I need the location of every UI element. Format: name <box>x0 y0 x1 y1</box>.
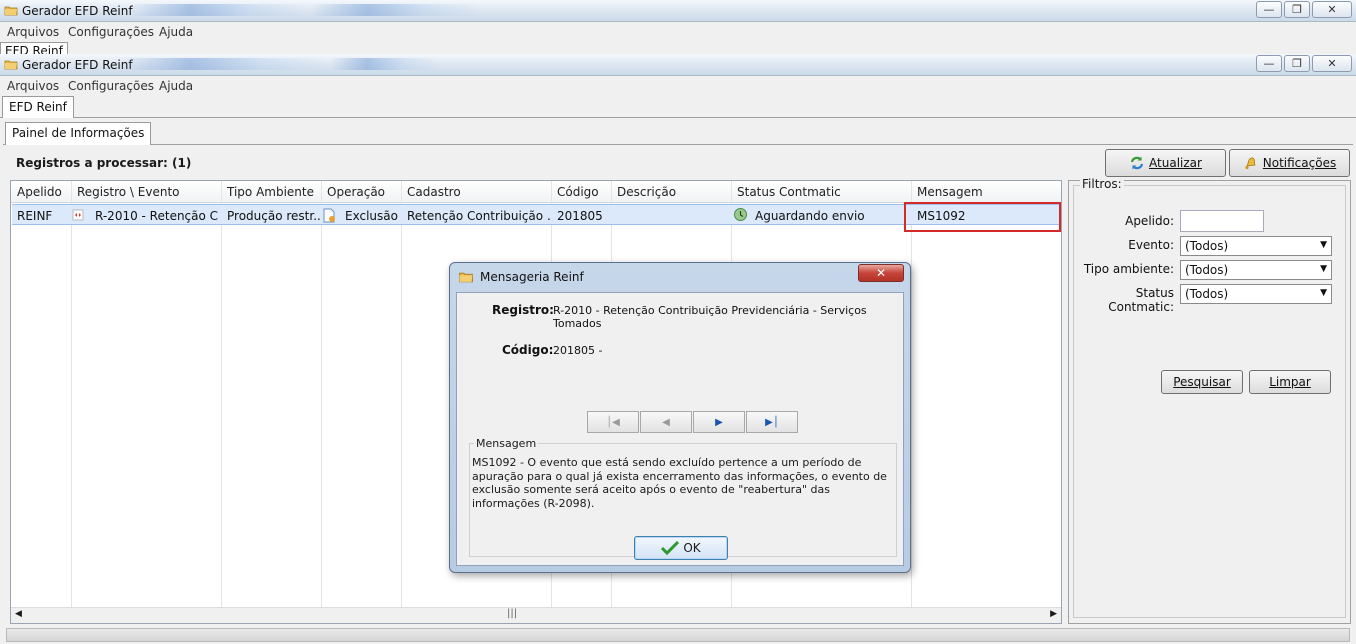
mensagem-highlight-box <box>904 202 1061 232</box>
previous-record-button[interactable]: ◀ <box>640 411 692 433</box>
inner-tab-strip: EFD Reinf <box>0 96 1356 118</box>
notifications-button[interactable]: Notificações <box>1229 149 1350 177</box>
clock-icon <box>734 208 747 221</box>
dialog-close-button[interactable]: ✕ <box>858 264 904 282</box>
col-tipo-ambiente[interactable]: Tipo Ambiente <box>227 185 314 199</box>
menu-arquivos[interactable]: Arquivos <box>7 25 59 39</box>
dialog-body: Registro: R-2010 - Retenção Contribuição… <box>456 292 904 566</box>
next-record-button[interactable]: ▶ <box>693 411 745 433</box>
codigo-value: 201805 - <box>553 344 603 357</box>
cell-status: Aguardando envio <box>755 209 865 223</box>
update-button[interactable]: Atualizar <box>1105 149 1226 177</box>
cell-registro: R-2010 - Retenção C... <box>95 209 219 223</box>
table-header: Apelido Registro \ Evento Tipo Ambiente … <box>11 181 1061 203</box>
apelido-input[interactable] <box>1180 210 1264 232</box>
tipo-ambiente-select[interactable]: (Todos) ▼ <box>1180 260 1332 280</box>
status-bar <box>6 628 1350 642</box>
folder-icon <box>4 60 18 70</box>
status-contmatic-select[interactable]: (Todos) ▼ <box>1180 284 1332 304</box>
close-icon: ✕ <box>875 266 887 280</box>
inner-minimize-button[interactable]: — <box>1256 55 1282 72</box>
col-mensagem[interactable]: Mensagem <box>917 185 983 199</box>
registro-label: Registro: <box>492 303 554 317</box>
folder-icon <box>459 272 473 283</box>
chevron-down-icon: ▼ <box>1320 264 1327 274</box>
col-operacao[interactable]: Operação <box>327 185 385 199</box>
filters-panel: Filtros: Apelido: Evento: (Todos) ▼ Tipo … <box>1068 177 1351 624</box>
tipo-ambiente-label: Tipo ambiente: <box>1083 262 1174 276</box>
outer-minimize-button[interactable]: — <box>1256 1 1282 18</box>
tab-painel-informacoes[interactable]: Painel de Informações <box>5 122 152 145</box>
col-apelido[interactable]: Apelido <box>17 185 62 199</box>
outer-menu-bar: Arquivos Configurações Ajuda <box>0 22 1356 42</box>
codigo-label: Código: <box>502 343 554 357</box>
registro-value: R-2010 - Retenção Contribuição Previdenc… <box>553 304 867 330</box>
ok-button[interactable]: OK <box>634 536 728 560</box>
first-record-button[interactable]: │◀ <box>587 411 639 433</box>
chevron-down-icon: ▼ <box>1320 288 1327 298</box>
menu-ajuda[interactable]: Ajuda <box>159 79 193 93</box>
update-button-label: Atualizar <box>1149 156 1202 170</box>
notifications-button-label: Notificações <box>1262 156 1337 170</box>
message-text: MS1092 - O evento que está sendo excluíd… <box>472 456 887 510</box>
refresh-icon <box>1130 156 1144 170</box>
outer-tab-efd-reinf[interactable]: EFD Reinf <box>0 42 68 54</box>
filters-title: Filtros: <box>1080 177 1124 191</box>
menu-configuracoes[interactable]: Configurações <box>68 25 154 39</box>
evento-label: Evento: <box>1128 238 1174 252</box>
evento-select[interactable]: (Todos) ▼ <box>1180 236 1332 256</box>
folder-icon <box>4 6 18 16</box>
col-codigo[interactable]: Código <box>557 185 599 199</box>
mensageria-dialog: Mensageria Reinf ✕ Registro: R-2010 - Re… <box>449 262 911 573</box>
outer-title-bar: Gerador EFD Reinf — ❐ ✕ <box>0 0 1356 22</box>
menu-configuracoes[interactable]: Configurações <box>68 79 154 93</box>
col-descricao[interactable]: Descrição <box>617 185 676 199</box>
dialog-title: Mensageria Reinf <box>480 270 584 284</box>
ok-button-label: OK <box>683 541 701 555</box>
col-cadastro[interactable]: Cadastro <box>407 185 461 199</box>
menu-ajuda[interactable]: Ajuda <box>159 25 193 39</box>
status-contmatic-label: Status Contmatic: <box>1108 286 1174 314</box>
menu-arquivos[interactable]: Arquivos <box>7 79 59 93</box>
col-status-contmatic[interactable]: Status Contmatic <box>737 185 841 199</box>
cell-apelido: REINF <box>17 209 53 223</box>
tab-efd-reinf[interactable]: EFD Reinf <box>2 96 74 118</box>
panel-tab-divider <box>3 144 1353 145</box>
inner-close-button[interactable]: ✕ <box>1312 55 1352 72</box>
horizontal-scrollbar[interactable]: ◀ ||| ▶ <box>11 607 1061 623</box>
message-legend: Mensagem <box>474 437 539 450</box>
outer-restore-button[interactable]: ❐ <box>1284 1 1310 18</box>
chevron-down-icon: ▼ <box>1320 240 1327 250</box>
inner-restore-button[interactable]: ❐ <box>1284 55 1310 72</box>
bell-icon <box>1245 157 1256 170</box>
filters-fieldset: Filtros: Apelido: Evento: (Todos) ▼ Tipo … <box>1073 177 1346 618</box>
event-icon <box>72 209 84 221</box>
clear-button[interactable]: Limpar <box>1249 370 1331 394</box>
last-record-button[interactable]: ▶│ <box>746 411 798 433</box>
outer-window-title: Gerador EFD Reinf <box>22 4 133 18</box>
col-registro-evento[interactable]: Registro \ Evento <box>77 185 180 199</box>
cell-operacao: Exclusão <box>345 209 398 223</box>
cell-codigo: 201805 <box>557 209 603 223</box>
cell-cadastro: Retenção Contribuição ... <box>407 209 551 223</box>
document-delete-icon <box>323 208 335 223</box>
apelido-label: Apelido: <box>1125 214 1174 228</box>
scroll-left-icon[interactable]: ◀ <box>15 609 22 619</box>
outer-tab-strip: EFD Reinf <box>0 42 1356 54</box>
scroll-right-icon[interactable]: ▶ <box>1050 609 1057 619</box>
records-title: Registros a processar: (1) <box>16 156 192 170</box>
cell-tipo-ambiente: Produção restr... <box>227 209 321 223</box>
scroll-thumb-grip[interactable]: ||| <box>507 608 517 619</box>
inner-window-title: Gerador EFD Reinf <box>22 58 133 72</box>
inner-title-bar: Gerador EFD Reinf — ❐ ✕ <box>0 54 1356 76</box>
search-button[interactable]: Pesquisar <box>1161 370 1243 394</box>
inner-menu-bar: Arquivos Configurações Ajuda <box>0 76 1356 96</box>
checkmark-icon <box>661 541 680 555</box>
table-row[interactable]: REINF R-2010 - Retenção C... Produção re… <box>12 204 1060 225</box>
outer-close-button[interactable]: ✕ <box>1312 1 1352 18</box>
